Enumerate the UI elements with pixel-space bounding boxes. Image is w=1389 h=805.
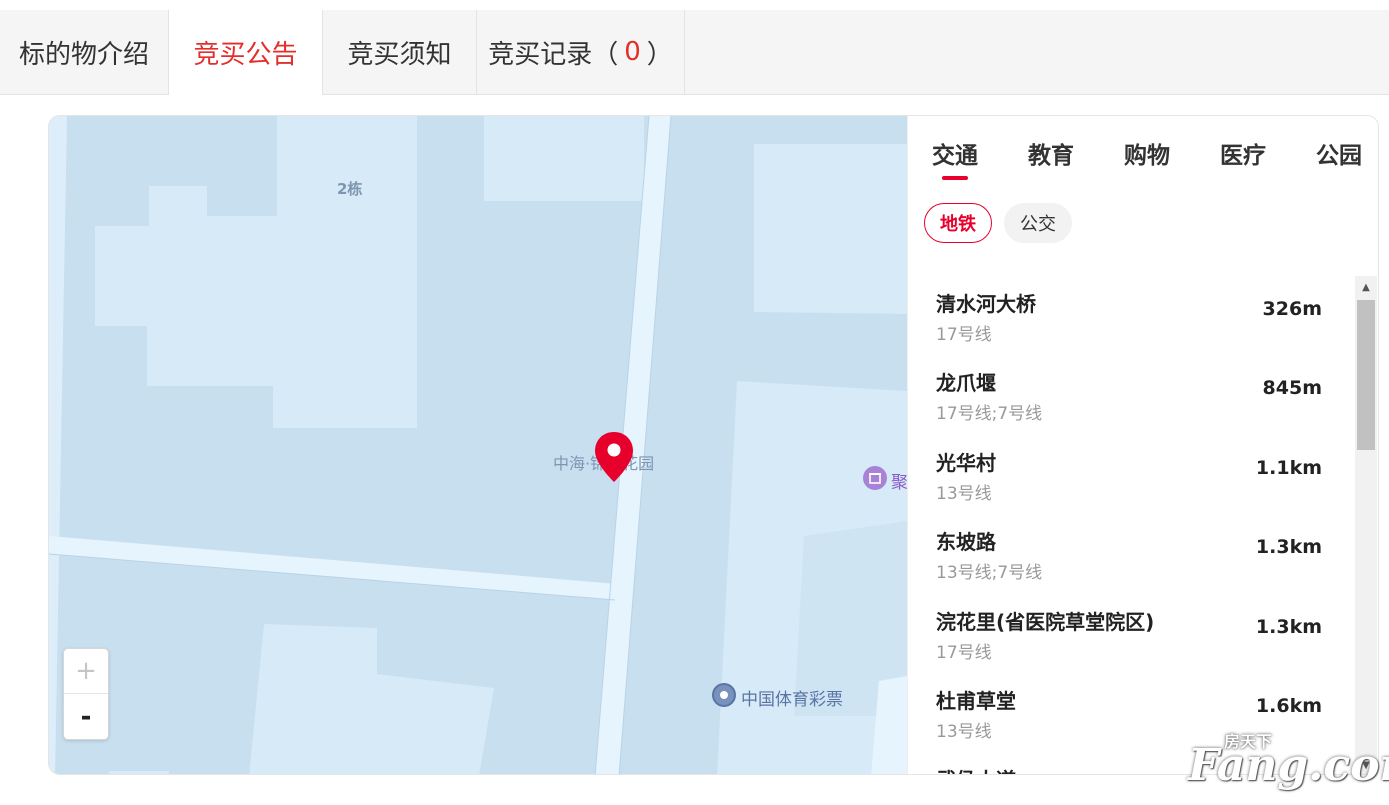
station-distance: 1.1km xyxy=(1255,457,1322,479)
station-name: 清水河大桥 xyxy=(936,292,1036,316)
station-lines: 13号线 xyxy=(936,722,992,742)
sub-tab-subway[interactable]: 地铁 xyxy=(924,203,992,243)
category-tab-transport[interactable]: 交通 xyxy=(932,136,978,176)
shop-icon xyxy=(863,466,887,490)
station-name: 浣花里(省医院草堂院区) xyxy=(936,610,1155,634)
map-label-lottery: 中国体育彩票 xyxy=(741,690,843,710)
station-lines: 17号线 xyxy=(936,643,992,663)
category-tab-medical[interactable]: 医疗 xyxy=(1220,136,1266,176)
category-tab-education[interactable]: 教育 xyxy=(1028,136,1074,176)
tab-label: 竞买须知 xyxy=(347,39,452,70)
tab-label: 标的物介绍 xyxy=(18,39,149,70)
zoom-control: + - xyxy=(63,648,109,740)
tab-bar: 标的物介绍 竞买公告 竞买须知 竞买记录（ 0） xyxy=(0,10,1389,95)
station-name: 光华村 xyxy=(936,451,996,475)
map-label-poi-partial: 聚 xyxy=(891,473,907,493)
station-distance: 1.3km xyxy=(1255,536,1322,558)
station-lines: 17号线 xyxy=(936,325,992,345)
category-tab-park[interactable]: 公园 xyxy=(1316,136,1362,176)
surroundings-panel: 交通 教育 购物 医疗 公园 地铁 公交 清水河大桥 17号线 326m 龙爪堰… xyxy=(907,116,1378,774)
station-distance: 845m xyxy=(1262,377,1322,399)
list-item[interactable]: 龙爪堰 17号线;7号线 845m xyxy=(936,367,1328,437)
station-list: 清水河大桥 17号线 326m 龙爪堰 17号线;7号线 845m 光华村 13… xyxy=(908,276,1355,774)
list-item[interactable]: 浣花里(省医院草堂院区) 17号线 1.3km xyxy=(936,606,1328,676)
tab-label-suffix: ） xyxy=(646,39,673,70)
record-count: 0 xyxy=(624,37,641,67)
tab-auction-records[interactable]: 竞买记录（ 0） xyxy=(477,10,685,94)
watermark-en: Fang.com xyxy=(1188,740,1389,791)
station-name: 武侯大道 xyxy=(936,764,1016,774)
station-name: 龙爪堰 xyxy=(936,371,996,395)
list-item[interactable]: 东坡路 13号线;7号线 1.3km xyxy=(936,526,1328,596)
tab-label: 竞买公告 xyxy=(193,40,298,70)
fang-watermark-logo: 房天下 Fang.com xyxy=(1188,728,1389,794)
sub-tab-bus[interactable]: 公交 xyxy=(1004,203,1072,243)
station-lines: 13号线 xyxy=(936,484,992,504)
list-item[interactable]: 光华村 13号线 1.1km xyxy=(936,447,1328,517)
tab-auction-notice[interactable]: 竞买须知 xyxy=(323,10,477,94)
station-lines: 17号线;7号线 xyxy=(936,404,1043,424)
station-name: 杜甫草堂 xyxy=(936,689,1016,713)
surroundings-board: 2栋 中海·锦蓉花园 聚 中国体育彩票 + - 交通 教育 购物 医疗 公园 xyxy=(48,115,1379,775)
zoom-in-button[interactable]: + xyxy=(64,649,108,694)
scroll-up-icon[interactable]: ▲ xyxy=(1355,276,1377,298)
station-distance: 1.3km xyxy=(1255,616,1322,638)
lottery-poi-icon xyxy=(712,683,736,707)
map-label-building: 2栋 xyxy=(337,180,363,198)
scrollbar-thumb[interactable] xyxy=(1357,300,1375,450)
list-item[interactable]: 清水河大桥 17号线 326m xyxy=(936,288,1328,358)
tab-auction-announcement[interactable]: 竞买公告 xyxy=(169,10,323,95)
station-list-scrollbar[interactable]: ▲ ▼ xyxy=(1355,276,1377,774)
transport-sub-tabs: 地铁 公交 xyxy=(924,203,1072,243)
station-distance: 326m xyxy=(1262,298,1322,320)
station-distance: 1.6km xyxy=(1255,695,1322,717)
tab-item-introduction[interactable]: 标的物介绍 xyxy=(0,10,169,94)
station-lines: 13号线;7号线 xyxy=(936,563,1043,583)
tab-label: 竞买记录（ xyxy=(488,39,619,70)
category-tab-shopping[interactable]: 购物 xyxy=(1124,136,1170,176)
station-name: 东坡路 xyxy=(936,530,996,554)
location-marker-icon[interactable] xyxy=(593,430,635,488)
map-background xyxy=(49,116,907,774)
zoom-out-button[interactable]: - xyxy=(64,694,108,739)
category-tabs: 交通 教育 购物 医疗 公园 xyxy=(932,136,1362,176)
map-view[interactable]: 2栋 中海·锦蓉花园 聚 中国体育彩票 + - xyxy=(49,116,907,774)
